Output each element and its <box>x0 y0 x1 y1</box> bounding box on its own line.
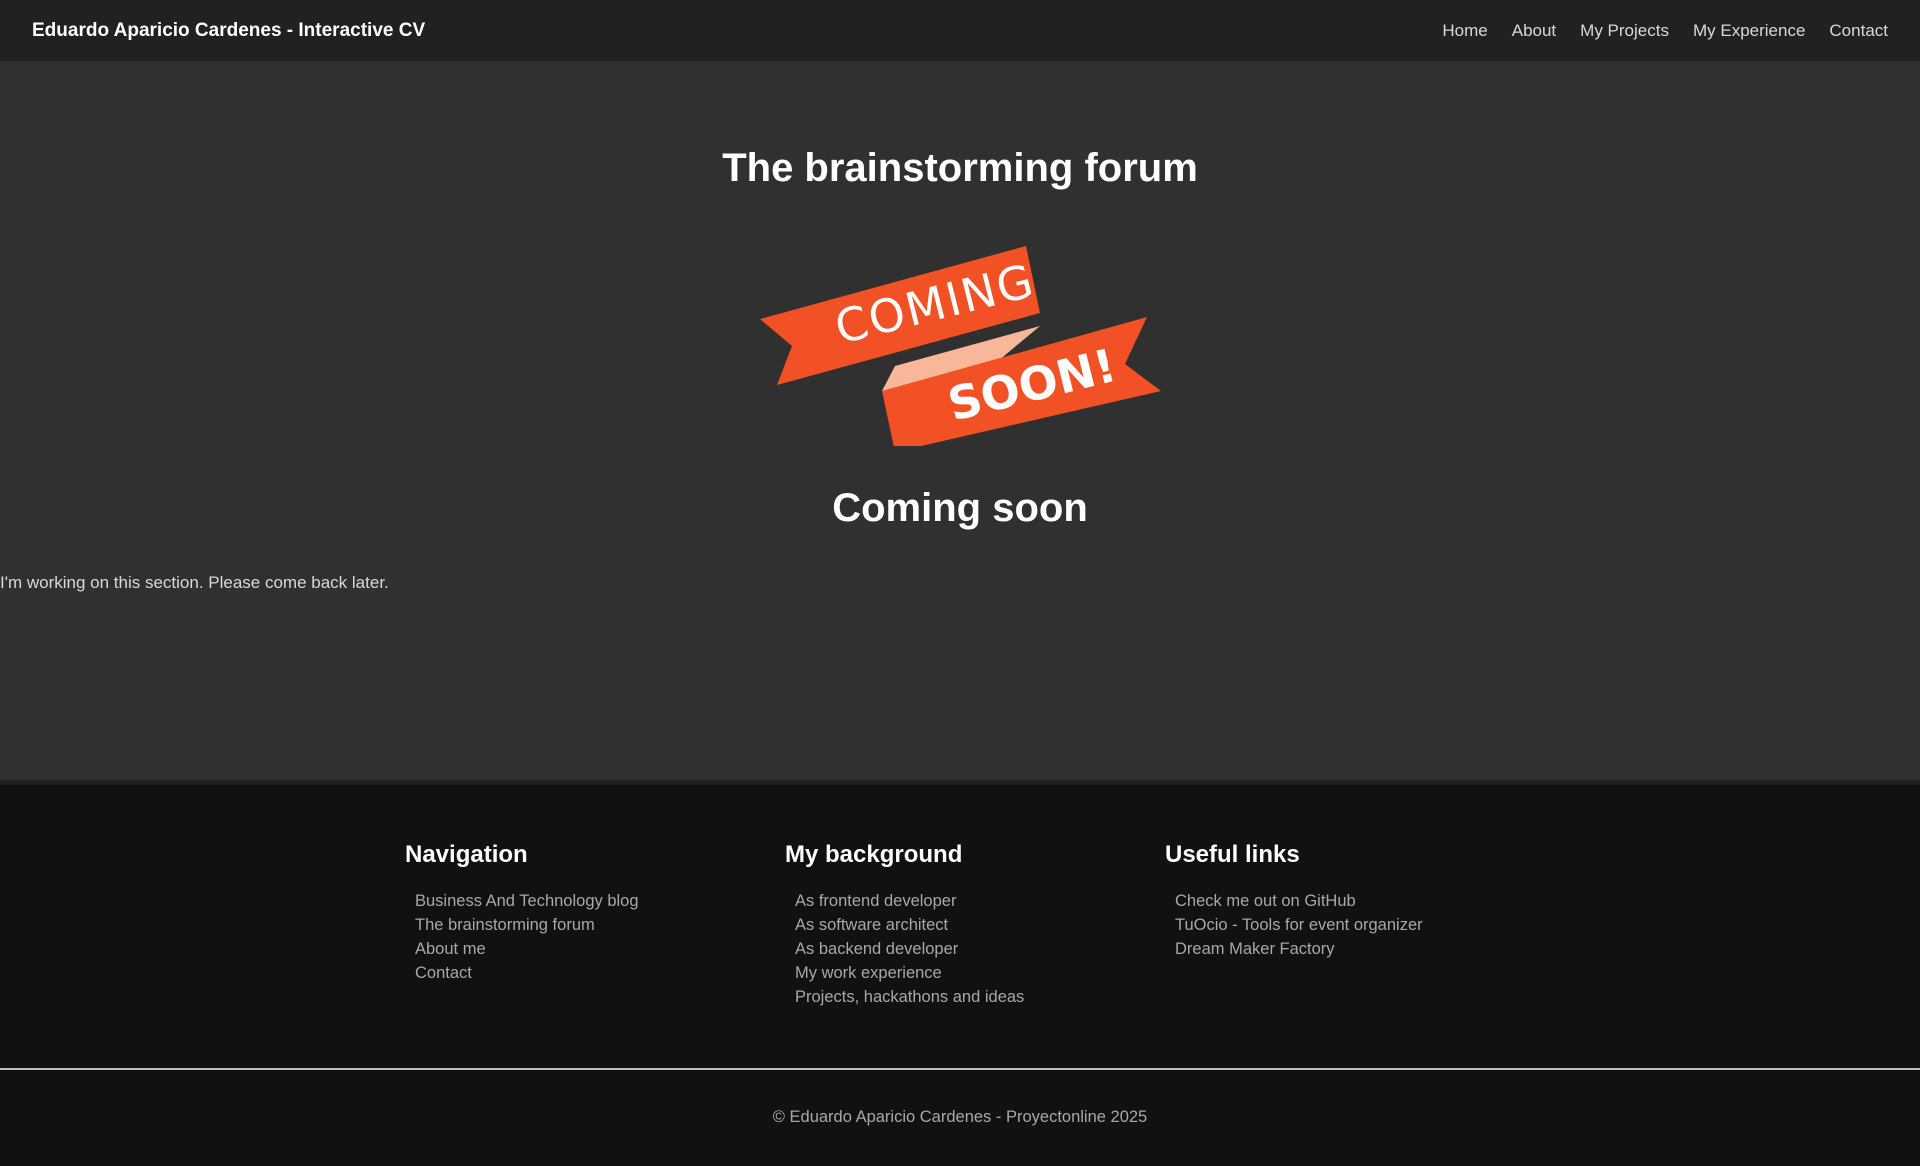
main-content: The brainstorming forum COMING SOON! Com… <box>0 61 1920 780</box>
footer-link-item: My work experience <box>795 961 1024 985</box>
nav-projects-link[interactable]: My Projects <box>1580 21 1669 41</box>
footer-navigation-list: Business And Technology blog The brainst… <box>405 889 639 985</box>
main-nav: Home About My Projects My Experience Con… <box>1418 21 1888 41</box>
footer-link-item: About me <box>415 937 639 961</box>
top-navbar: Eduardo Aparicio Cardenes - Interactive … <box>0 0 1920 61</box>
footer-link-item: The brainstorming forum <box>415 913 639 937</box>
footer-link-item: TuOcio - Tools for event organizer <box>1175 913 1423 937</box>
footer-link-frontend[interactable]: As frontend developer <box>795 892 956 910</box>
footer-useful-links-title: Useful links <box>1165 841 1300 868</box>
footer-useful-links-column: Useful links Check me out on GitHub TuOc… <box>1165 841 1423 961</box>
footer-link-forum[interactable]: The brainstorming forum <box>415 916 595 934</box>
footer-link-dream-maker[interactable]: Dream Maker Factory <box>1175 940 1335 958</box>
footer-link-item: Projects, hackathons and ideas <box>795 985 1024 1009</box>
coming-soon-heading: Coming soon <box>832 486 1088 530</box>
site-footer: Navigation Business And Technology blog … <box>0 785 1920 1166</box>
nav-about-link[interactable]: About <box>1512 21 1556 41</box>
footer-link-item: As backend developer <box>795 937 1024 961</box>
footer-link-blog[interactable]: Business And Technology blog <box>415 892 639 910</box>
footer-link-item: Check me out on GitHub <box>1175 889 1423 913</box>
status-message: I'm working on this section. Please come… <box>0 573 389 592</box>
footer-link-item: As frontend developer <box>795 889 1024 913</box>
footer-link-item: Dream Maker Factory <box>1175 937 1423 961</box>
nav-experience-link[interactable]: My Experience <box>1693 21 1805 41</box>
footer-link-tuocio[interactable]: TuOcio - Tools for event organizer <box>1175 916 1423 934</box>
footer-useful-links-list: Check me out on GitHub TuOcio - Tools fo… <box>1165 889 1423 961</box>
footer-background-list: As frontend developer As software archit… <box>785 889 1024 1009</box>
page-title: The brainstorming forum <box>722 146 1198 190</box>
footer-link-experience[interactable]: My work experience <box>795 964 942 982</box>
nav-contact-link[interactable]: Contact <box>1829 21 1888 41</box>
footer-link-item: As software architect <box>795 913 1024 937</box>
brand-title[interactable]: Eduardo Aparicio Cardenes - Interactive … <box>32 20 425 42</box>
copyright-text: © Eduardo Aparicio Cardenes - Proyectonl… <box>772 1108 1148 1126</box>
footer-link-item: Business And Technology blog <box>415 889 639 913</box>
footer-link-architect[interactable]: As software architect <box>795 916 948 934</box>
nav-home-link[interactable]: Home <box>1442 21 1487 41</box>
footer-navigation-title: Navigation <box>405 841 528 868</box>
footer-link-about[interactable]: About me <box>415 940 486 958</box>
footer-link-backend[interactable]: As backend developer <box>795 940 958 958</box>
footer-link-projects[interactable]: Projects, hackathons and ideas <box>795 988 1024 1006</box>
footer-background-column: My background As frontend developer As s… <box>785 841 1024 1009</box>
footer-link-contact[interactable]: Contact <box>415 964 472 982</box>
footer-link-github[interactable]: Check me out on GitHub <box>1175 892 1356 910</box>
footer-navigation-column: Navigation Business And Technology blog … <box>405 841 639 985</box>
footer-background-title: My background <box>785 841 963 868</box>
footer-divider <box>0 1068 1920 1070</box>
footer-link-item: Contact <box>415 961 639 985</box>
coming-soon-banner-image: COMING SOON! <box>760 246 1161 446</box>
